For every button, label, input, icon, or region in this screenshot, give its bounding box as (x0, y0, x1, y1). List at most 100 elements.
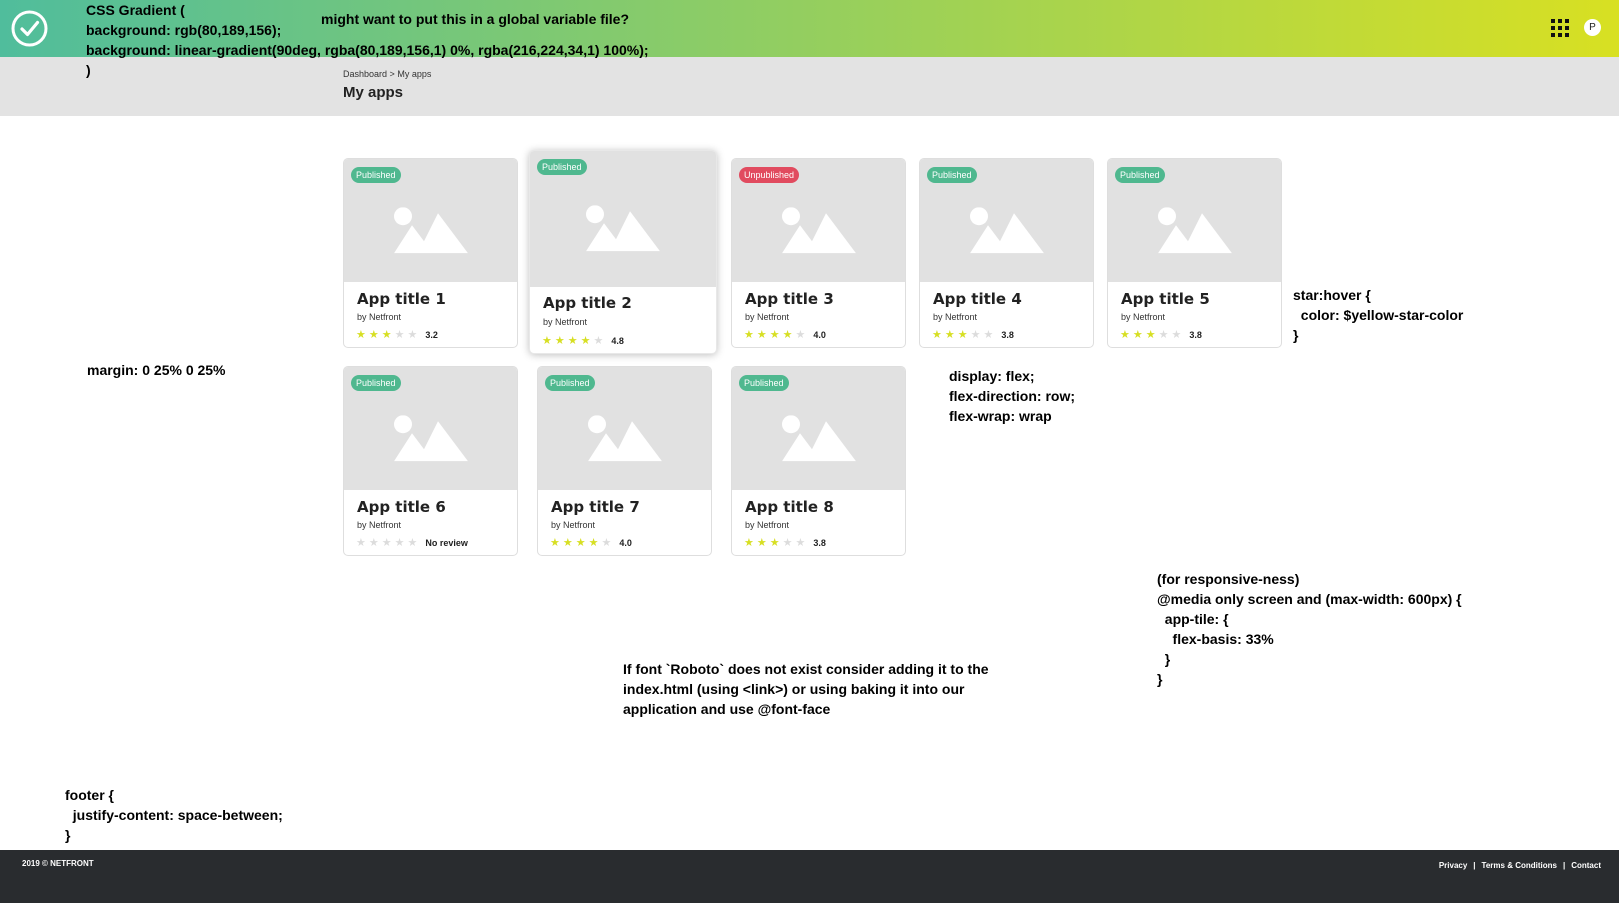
status-badge: Published (545, 375, 595, 391)
star-icon[interactable]: ★ (356, 537, 366, 549)
star-icon[interactable]: ★ (958, 329, 968, 341)
app-tile[interactable]: Published App title 4 by Netfront ★ ★ ★ ★ ★ 3.8 (919, 158, 1094, 348)
star-icon[interactable]: ★ (945, 329, 955, 341)
star-icon[interactable]: ★ (1146, 329, 1156, 341)
app-title: App title 5 (1121, 290, 1210, 308)
star-icon[interactable]: ★ (1172, 329, 1182, 341)
rating: ★ ★ ★ ★ ★ No review (356, 537, 468, 549)
app-tile[interactable]: Published App title 8 by Netfront ★ ★ ★ ★ ★ 3.8 (731, 366, 906, 556)
rating-value: 3.8 (1189, 330, 1202, 340)
star-icon[interactable]: ★ (395, 329, 405, 341)
footer-link-contact[interactable]: Contact (1571, 861, 1601, 870)
star-icon[interactable]: ★ (369, 537, 379, 549)
rating: ★ ★ ★ ★ ★ 3.8 (932, 329, 1014, 341)
star-icon[interactable]: ★ (984, 329, 994, 341)
app-title: App title 6 (357, 498, 446, 516)
global-variable-annotation: might want to put this in a global varia… (321, 11, 630, 27)
footer-annotation: footer { justify-content: space-between;… (65, 787, 283, 843)
star-icon[interactable]: ★ (783, 329, 793, 341)
star-icon[interactable]: ★ (1133, 329, 1143, 341)
star-icon[interactable]: ★ (542, 335, 552, 347)
star-icon[interactable]: ★ (744, 329, 754, 341)
app-author: by Netfront (543, 317, 588, 327)
app-title: App title 8 (745, 498, 834, 516)
app-tile[interactable]: Published App title 2 by Netfront ★ ★ ★ ★ ★ 4.8 (529, 150, 717, 354)
rating: ★ ★ ★ ★ ★ 4.0 (744, 329, 826, 341)
app-title: App title 4 (933, 290, 1022, 308)
star-icon[interactable]: ★ (932, 329, 942, 341)
star-icon[interactable]: ★ (602, 537, 612, 549)
star-icon[interactable]: ★ (796, 329, 806, 341)
star-icon[interactable]: ★ (744, 537, 754, 549)
footer-link-terms[interactable]: Terms & Conditions (1482, 861, 1557, 870)
star-icon[interactable]: ★ (369, 329, 379, 341)
star-icon[interactable]: ★ (796, 537, 806, 549)
rating-value: 4.8 (611, 336, 624, 346)
app-title: App title 3 (745, 290, 834, 308)
grid-icon[interactable] (1551, 19, 1569, 37)
star-icon[interactable]: ★ (382, 329, 392, 341)
star-icon[interactable]: ★ (971, 329, 981, 341)
star-icon[interactable]: ★ (581, 335, 591, 347)
app-author: by Netfront (551, 520, 596, 530)
app-author: by Netfront (357, 520, 402, 530)
app-tile[interactable]: Unpublished App title 3 by Netfront ★ ★ ★ ★ ★ 4.… (731, 158, 906, 348)
star-icon[interactable]: ★ (757, 537, 767, 549)
star-icon[interactable]: ★ (356, 329, 366, 341)
star-icon[interactable]: ★ (1159, 329, 1169, 341)
app-author: by Netfront (745, 312, 790, 322)
responsive-annotation: (for responsive-ness) @media only screen… (1157, 571, 1462, 687)
rating-value: No review (425, 538, 468, 548)
footer-separator: | (1473, 861, 1476, 870)
app-title: App title 1 (357, 290, 446, 308)
star-icon[interactable]: ★ (568, 335, 578, 347)
status-badge: Unpublished (739, 167, 800, 183)
copyright-text: 2019 © NETFRONT (22, 859, 94, 868)
rating-value: 3.8 (813, 538, 826, 548)
check-circle-icon[interactable] (11, 10, 48, 47)
app-author: by Netfront (1121, 312, 1166, 322)
app-author: by Netfront (745, 520, 790, 530)
flex-annotation: display: flex; flex-direction: row; flex… (949, 368, 1076, 424)
app-author: by Netfront (933, 312, 978, 322)
rating-value: 4.0 (813, 330, 826, 340)
rating: ★ ★ ★ ★ ★ 3.8 (1120, 329, 1202, 341)
app-tile[interactable]: Published App title 6 by Netfront ★ ★ ★ ★ ★ No r… (343, 366, 518, 556)
star-icon[interactable]: ★ (395, 537, 405, 549)
rating: ★ ★ ★ ★ ★ 4.0 (550, 537, 632, 549)
footer-links: Privacy | Terms & Conditions | Contact (1439, 861, 1601, 870)
app-title: App title 2 (543, 294, 632, 312)
star-icon[interactable]: ★ (783, 537, 793, 549)
page-title: My apps (343, 84, 404, 101)
star-icon[interactable]: ★ (770, 329, 780, 341)
page-footer: 2019 © NETFRONT Privacy | Terms & Condit… (0, 850, 1619, 903)
star-icon[interactable]: ★ (408, 537, 418, 549)
footer-link-privacy[interactable]: Privacy (1439, 861, 1467, 870)
star-icon[interactable]: ★ (1120, 329, 1130, 341)
margin-annotation: margin: 0 25% 0 25% (87, 362, 226, 378)
star-icon[interactable]: ★ (555, 335, 565, 347)
star-icon[interactable]: ★ (563, 537, 573, 549)
app-tile[interactable]: Published App title 5 by Netfront ★ ★ ★ ★ ★ 3.8 (1107, 158, 1282, 348)
rating-value: 3.2 (425, 330, 438, 340)
status-badge: Published (1115, 167, 1165, 183)
star-icon[interactable]: ★ (382, 537, 392, 549)
rating: ★ ★ ★ ★ ★ 3.8 (744, 537, 826, 549)
app-tile[interactable]: Published App title 7 by Netfront ★ ★ ★ ★ ★ 4.0 (537, 366, 712, 556)
star-icon[interactable]: ★ (576, 537, 586, 549)
star-icon[interactable]: ★ (550, 537, 560, 549)
app-author: by Netfront (357, 312, 402, 322)
status-badge: Published (351, 375, 401, 391)
app-tile[interactable]: Published App title 1 by Netfront ★ ★ ★ ★ ★ 3.2 (343, 158, 518, 348)
avatar[interactable]: P (1584, 19, 1601, 36)
star-icon[interactable]: ★ (757, 329, 767, 341)
star-icon[interactable]: ★ (408, 329, 418, 341)
star-icon[interactable]: ★ (594, 335, 604, 347)
status-badge: Published (351, 167, 401, 183)
status-badge: Published (537, 159, 587, 175)
star-icon[interactable]: ★ (770, 537, 780, 549)
rating: ★ ★ ★ ★ ★ 4.8 (542, 335, 624, 347)
star-icon[interactable]: ★ (589, 537, 599, 549)
font-annotation: If font `Roboto` does not exist consider… (623, 661, 989, 717)
status-badge: Published (739, 375, 789, 391)
